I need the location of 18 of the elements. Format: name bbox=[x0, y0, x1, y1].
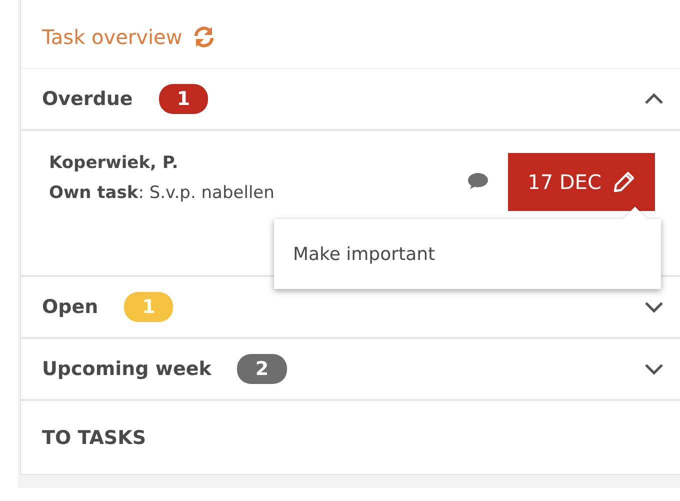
to-tasks-link[interactable]: TO TASKS bbox=[42, 426, 146, 448]
comment-icon[interactable] bbox=[467, 172, 489, 190]
section-title: Upcoming week bbox=[42, 358, 212, 380]
count-badge: 2 bbox=[237, 354, 287, 384]
menu-item[interactable]: Make important bbox=[274, 244, 436, 264]
section-title: Open bbox=[42, 296, 98, 318]
chevron-icon[interactable] bbox=[644, 301, 664, 313]
section-title: Overdue bbox=[42, 88, 133, 110]
count-badge: 1 bbox=[158, 84, 208, 114]
panel-title: Task overview bbox=[42, 24, 182, 48]
due-date-button[interactable]: 17 DEC bbox=[508, 153, 655, 211]
task-description: Own task: S.v.p. nabellen bbox=[49, 183, 274, 203]
pencil-icon bbox=[613, 171, 636, 193]
count-badge: 1 bbox=[124, 292, 174, 322]
contact-name: Koperwiek, P. bbox=[49, 153, 180, 173]
refresh-icon[interactable] bbox=[192, 24, 216, 48]
chevron-icon[interactable] bbox=[644, 93, 664, 105]
chevron-icon[interactable] bbox=[644, 363, 664, 375]
